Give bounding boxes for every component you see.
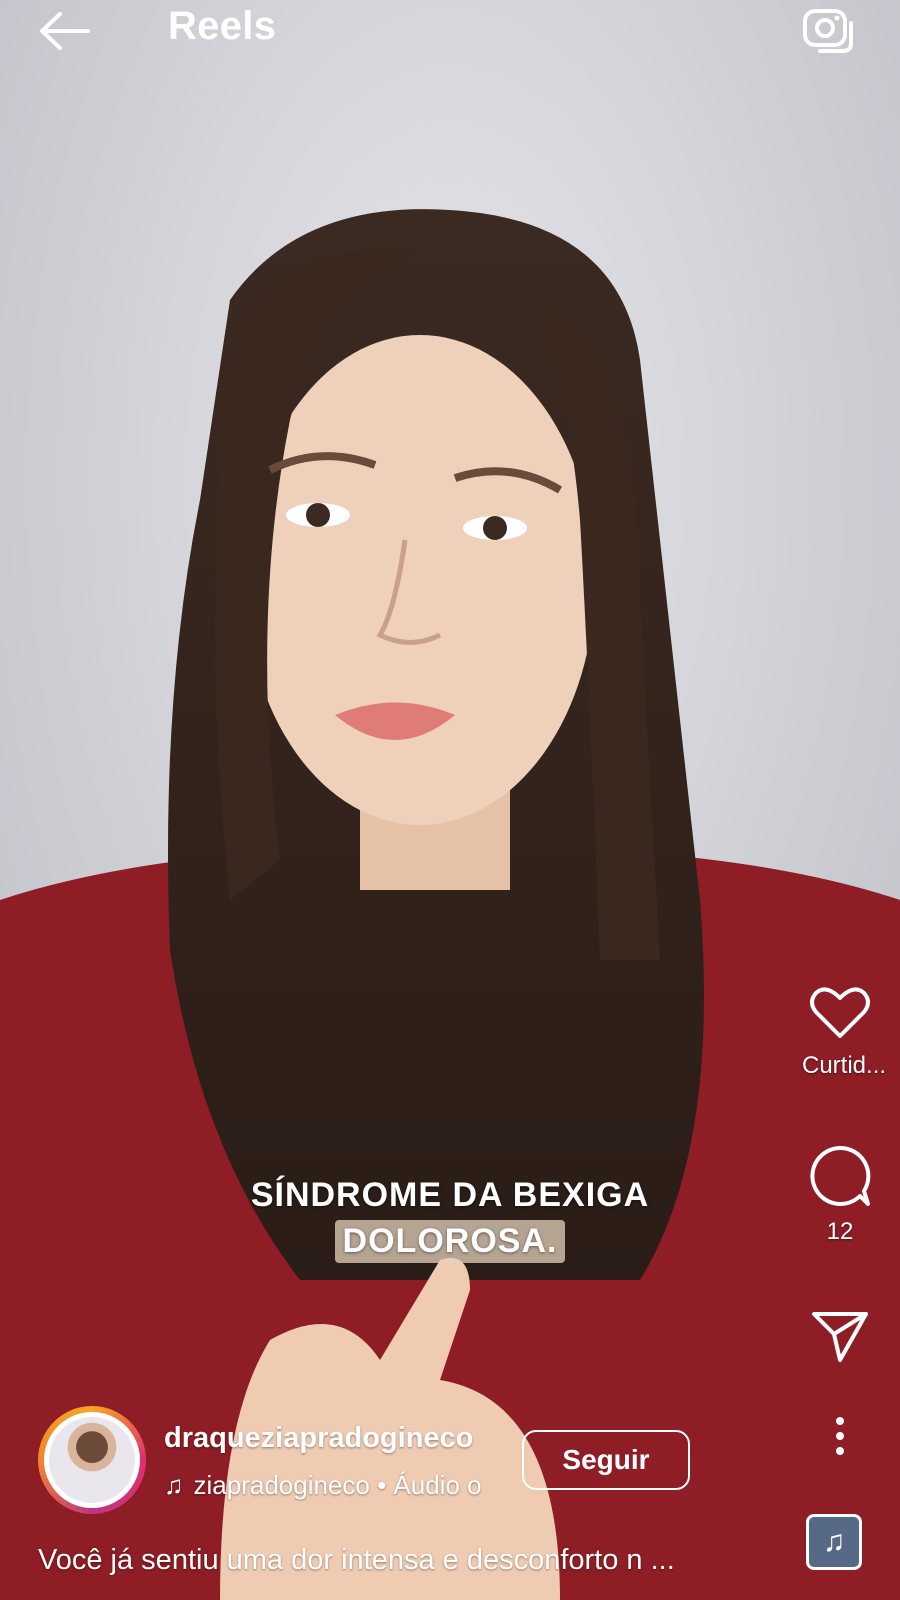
music-note-icon: ♫: [822, 1525, 846, 1558]
share-action: [802, 1308, 878, 1364]
follow-button[interactable]: Seguir: [522, 1430, 690, 1490]
send-icon: [812, 1312, 868, 1362]
audio-thumbnail-button[interactable]: ♫: [806, 1514, 862, 1570]
avatar-image: [44, 1412, 140, 1508]
username[interactable]: draqueziapradogineco: [164, 1422, 473, 1455]
page-title: Reels: [168, 4, 277, 48]
more-vertical-icon: [836, 1417, 844, 1455]
heart-icon: [810, 987, 870, 1038]
video-caption-line2: DOLOROSA.: [0, 1220, 900, 1263]
audio-text: ziapradogineco • Áudio o: [193, 1470, 482, 1500]
reels-screen: Reels SÍNDROME DA BEXIGA DOLOROSA. Curti…: [0, 0, 900, 1600]
like-label[interactable]: Curtid...: [802, 1052, 886, 1080]
arrow-left-icon: [40, 12, 90, 50]
comment-action: 12: [802, 1144, 878, 1246]
comment-button[interactable]: [802, 1144, 878, 1208]
more-button[interactable]: [802, 1416, 878, 1456]
comment-icon: [810, 1145, 871, 1206]
camera-button[interactable]: [802, 5, 856, 55]
top-bar: Reels: [0, 0, 900, 60]
avatar[interactable]: [38, 1406, 146, 1514]
avatar-photo: [49, 1417, 135, 1503]
comment-count: 12: [826, 1218, 854, 1245]
post-description[interactable]: Você já sentiu uma dor intensa e desconf…: [38, 1544, 778, 1577]
video-frame[interactable]: [0, 0, 900, 1600]
music-note-small-icon: ♫: [164, 1470, 184, 1500]
share-button[interactable]: [802, 1308, 878, 1364]
video-caption-line1: SÍNDROME DA BEXIGA: [250, 1176, 650, 1214]
video-caption-highlight: DOLOROSA.: [334, 1220, 566, 1263]
like-action: Curtid...: [802, 984, 886, 1080]
camera-icon: [803, 9, 853, 53]
back-button[interactable]: [38, 10, 92, 52]
like-button[interactable]: [802, 984, 878, 1042]
audio-info[interactable]: ♫ ziapradogineco • Áudio o: [164, 1470, 502, 1501]
more-action: [802, 1416, 878, 1456]
